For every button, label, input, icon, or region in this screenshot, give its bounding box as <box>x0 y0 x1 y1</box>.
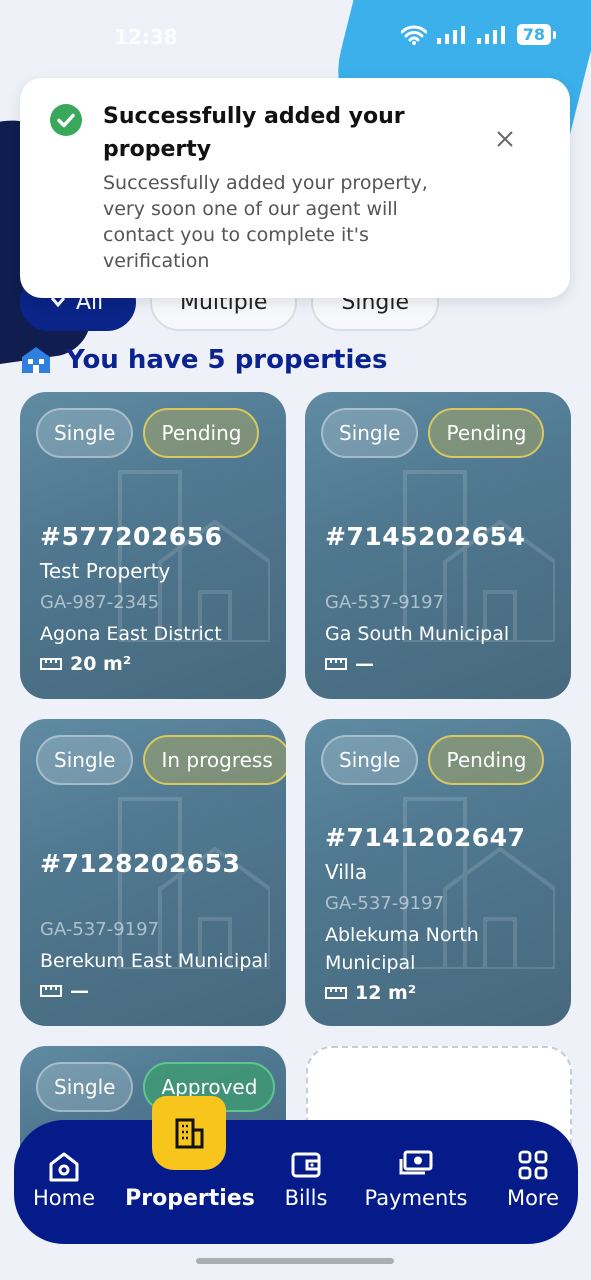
nav-item-more[interactable]: More <box>490 1120 576 1244</box>
signal-icon <box>436 25 465 44</box>
property-id: #7128202653 <box>40 849 241 878</box>
success-check-icon <box>50 104 82 136</box>
home-icon <box>49 1152 79 1182</box>
property-code: GA-537-9197 <box>325 592 445 613</box>
property-type-badge: Single <box>36 735 134 785</box>
status-badge: Pending <box>143 408 260 458</box>
property-code: GA-537-9197 <box>325 893 445 914</box>
nav-item-bills[interactable]: Bills <box>266 1120 346 1244</box>
property-code: GA-537-9197 <box>40 919 160 940</box>
card-badges: Single In progress <box>36 735 286 785</box>
building-illustration <box>403 470 555 642</box>
status-icons: 78 <box>400 24 557 45</box>
property-card[interactable]: Single In progress #7128202653 GA-537-91… <box>20 719 286 1026</box>
cash-icon <box>399 1150 433 1175</box>
toast-title: Successfully added your property <box>103 104 405 162</box>
properties-fab[interactable] <box>152 1096 226 1170</box>
ruler-icon <box>325 987 347 999</box>
property-card[interactable]: Single Pending #7141202647 Villa GA-537-… <box>305 719 571 1026</box>
property-type-badge: Single <box>36 1062 134 1112</box>
close-icon[interactable] <box>496 130 514 148</box>
grid-icon <box>518 1150 548 1180</box>
nav-label: More <box>506 1186 560 1210</box>
status-badge: Pending <box>428 735 545 785</box>
property-name: Villa <box>325 860 368 884</box>
property-size-value: 20 m² <box>70 653 132 675</box>
nav-item-home[interactable]: Home <box>14 1120 114 1244</box>
building-icon <box>22 347 50 373</box>
home-indicator[interactable] <box>196 1258 394 1264</box>
status-bar: 12:38 78 <box>0 0 591 74</box>
property-id: #7145202654 <box>325 522 526 551</box>
bottom-nav: Home Properties Bills Payments More <box>14 1120 578 1244</box>
card-badges: Single Pending <box>321 408 545 458</box>
nav-label: Bills <box>284 1186 328 1210</box>
ruler-icon <box>40 658 62 670</box>
page-title: You have 5 properties <box>66 345 388 375</box>
ruler-icon <box>325 658 347 670</box>
card-badges: Single Pending <box>321 735 545 785</box>
toast-message: Successfully added your property, very s… <box>103 172 428 272</box>
card-badges: Single Pending <box>36 408 260 458</box>
nav-item-payments[interactable]: Payments <box>354 1120 478 1244</box>
nav-label: Home <box>32 1186 95 1210</box>
status-badge: In progress <box>143 735 286 785</box>
nav-label: Payments <box>364 1186 468 1210</box>
property-code: GA-987-2345 <box>40 592 160 613</box>
property-size: 20 m² <box>40 653 131 675</box>
property-type-badge: Single <box>321 408 419 458</box>
section-header: You have 5 properties <box>20 345 388 375</box>
status-badge: Pending <box>428 408 545 458</box>
building-illustration <box>118 797 270 969</box>
property-district: Berekum East Municipal <box>40 950 269 972</box>
property-size: 12 m² <box>325 982 416 1004</box>
property-type-badge: Single <box>321 735 419 785</box>
nav-label: Properties <box>125 1186 255 1211</box>
property-id: #577202656 <box>40 522 223 551</box>
property-district: Agona East District <box>40 623 222 645</box>
property-district: Ga South Municipal <box>325 623 510 645</box>
building-illustration <box>118 470 270 642</box>
property-card[interactable]: Single Pending #7145202654 GA-537-9197 G… <box>305 392 571 699</box>
ruler-icon <box>40 985 62 997</box>
signal-icon <box>476 25 505 44</box>
property-type-badge: Single <box>36 408 134 458</box>
battery-indicator: 78 <box>516 24 557 45</box>
success-toast: Successfully added your property Success… <box>20 78 570 298</box>
building-icon <box>175 1118 204 1149</box>
property-card[interactable]: Single Pending #577202656 Test Property … <box>20 392 286 699</box>
property-size-value: 12 m² <box>355 982 417 1004</box>
property-district: Ablekuma North Municipal <box>325 924 479 974</box>
property-id: #7141202647 <box>325 823 526 852</box>
property-size-value: — <box>355 653 374 675</box>
property-size: — <box>40 980 89 1002</box>
property-size: — <box>325 653 374 675</box>
property-size-value: — <box>70 980 89 1002</box>
wallet-icon <box>291 1152 321 1178</box>
property-name: Test Property <box>40 559 171 583</box>
wifi-icon <box>400 25 427 45</box>
status-time: 12:38 <box>114 25 178 49</box>
